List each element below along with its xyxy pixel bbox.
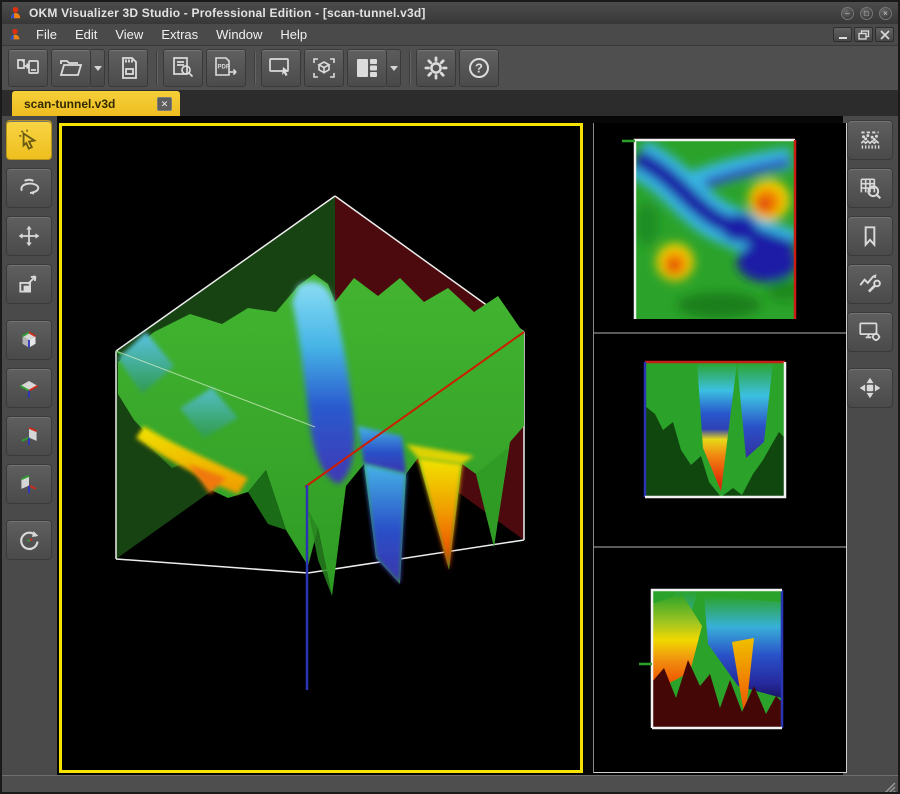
- device-settings-icon: [860, 323, 880, 341]
- perspective-3d-view[interactable]: [62, 126, 580, 770]
- view-top-button[interactable]: [6, 368, 52, 408]
- view-perspective-cube-icon: [23, 332, 36, 347]
- mdi-minimize-icon[interactable]: [833, 27, 852, 42]
- menu-help[interactable]: Help: [271, 25, 316, 44]
- presentation-button[interactable]: [261, 49, 301, 87]
- mdi-close-icon[interactable]: [875, 27, 894, 42]
- ground-level-button[interactable]: [847, 120, 893, 160]
- main-toolbar: PDF: [2, 46, 898, 90]
- scale-zoom-button[interactable]: [6, 264, 52, 304]
- tab-bar: scan-tunnel.v3d ✕: [2, 90, 898, 116]
- menu-file[interactable]: File: [27, 25, 66, 44]
- signal-tools-button[interactable]: [847, 264, 893, 304]
- device-settings-button[interactable]: [847, 312, 893, 352]
- okm-logo-icon: [8, 28, 22, 42]
- top-view-heatmap[interactable]: [594, 123, 846, 332]
- mdi-restore-icon[interactable]: [854, 27, 873, 42]
- view-perspective-button[interactable]: [6, 320, 52, 360]
- rotate-3d-button[interactable]: [6, 168, 52, 208]
- view-side-left-button[interactable]: [6, 464, 52, 504]
- minimize-icon[interactable]: –: [841, 7, 854, 20]
- layout-panels-button[interactable]: [347, 49, 387, 87]
- select-pointer-button[interactable]: [6, 120, 52, 160]
- svg-text:PDF: PDF: [218, 65, 230, 71]
- status-bar: [2, 775, 898, 794]
- view-3d-icon: [314, 59, 334, 77]
- view-side-right-icon: [22, 428, 37, 445]
- tab-label: scan-tunnel.v3d: [24, 97, 143, 111]
- thumbnail-panel: [593, 123, 847, 773]
- marker-flag-icon: [866, 227, 875, 244]
- toolbar-separator: [409, 51, 411, 85]
- export-pdf-button[interactable]: PDF: [206, 49, 246, 87]
- left-tool-toolbar: [2, 116, 57, 775]
- settings-gear-icon: [426, 58, 446, 78]
- view-3d-button[interactable]: [304, 49, 344, 87]
- menu-bar: File Edit View Extras Window Help: [2, 24, 898, 46]
- reset-rotation-icon: [21, 531, 38, 549]
- maximize-icon[interactable]: □: [860, 7, 873, 20]
- open-file-icon: [61, 61, 81, 75]
- menu-edit[interactable]: Edit: [66, 25, 106, 44]
- workspace: [57, 116, 843, 775]
- menu-window[interactable]: Window: [207, 25, 271, 44]
- signal-tools-icon: [860, 276, 880, 292]
- toolbar-separator: [254, 51, 256, 85]
- view-side-right-button[interactable]: [6, 416, 52, 456]
- print-preview-button[interactable]: [163, 49, 203, 87]
- open-file-dropdown[interactable]: [91, 49, 105, 87]
- select-pointer-icon: [19, 130, 34, 149]
- window-title: OKM Visualizer 3D Studio - Professional …: [29, 6, 841, 20]
- hanging-valley-column: [364, 464, 406, 584]
- navigate-pad-icon: [860, 378, 881, 399]
- reset-rotation-button[interactable]: [6, 520, 52, 560]
- help-icon: ?: [470, 59, 488, 77]
- marker-flag-button[interactable]: [847, 216, 893, 256]
- menu-view[interactable]: View: [106, 25, 152, 44]
- view-side-left-icon: [21, 476, 36, 493]
- presentation-icon: [270, 59, 289, 76]
- rotate-3d-icon: [21, 180, 38, 195]
- pan-move-icon: [19, 226, 40, 247]
- grid-interpolation-icon: [861, 179, 880, 198]
- right-tool-toolbar: [843, 116, 898, 775]
- grid-interpolation-button[interactable]: [847, 168, 893, 208]
- save-icon: [123, 58, 136, 78]
- print-preview-icon: [174, 58, 193, 77]
- side-profile-view-2[interactable]: [594, 546, 846, 767]
- new-scan-button[interactable]: [8, 49, 48, 87]
- open-file-button[interactable]: [51, 49, 91, 87]
- okm-logo-icon: [8, 6, 23, 21]
- view-top-icon: [20, 381, 37, 398]
- toolbar-separator: [156, 51, 158, 85]
- scale-zoom-icon: [20, 276, 35, 291]
- close-icon[interactable]: ×: [879, 7, 892, 20]
- chevron-down-icon: [94, 66, 102, 71]
- ground-level-icon: [861, 132, 878, 148]
- content-area: [2, 116, 898, 775]
- menu-extras[interactable]: Extras: [152, 25, 207, 44]
- main-3d-viewport[interactable]: [59, 123, 583, 773]
- help-button[interactable]: ?: [459, 49, 499, 87]
- tab-close-icon[interactable]: ✕: [157, 97, 172, 111]
- app-window: OKM Visualizer 3D Studio - Professional …: [0, 0, 900, 794]
- pan-move-button[interactable]: [6, 216, 52, 256]
- resize-grip-icon[interactable]: [884, 782, 896, 794]
- new-scan-icon: [18, 60, 38, 73]
- tab-scan-tunnel[interactable]: scan-tunnel.v3d ✕: [12, 91, 180, 116]
- svg-text:?: ?: [475, 61, 483, 76]
- layout-panels-dropdown[interactable]: [387, 49, 401, 87]
- chevron-down-icon: [390, 66, 398, 71]
- export-pdf-icon: PDF: [216, 58, 236, 75]
- layout-panels-icon: [357, 59, 377, 77]
- settings-button[interactable]: [416, 49, 456, 87]
- save-button[interactable]: [108, 49, 148, 87]
- title-bar: OKM Visualizer 3D Studio - Professional …: [2, 2, 898, 24]
- navigate-pad-button[interactable]: [847, 368, 893, 408]
- side-profile-view-1[interactable]: [594, 332, 846, 546]
